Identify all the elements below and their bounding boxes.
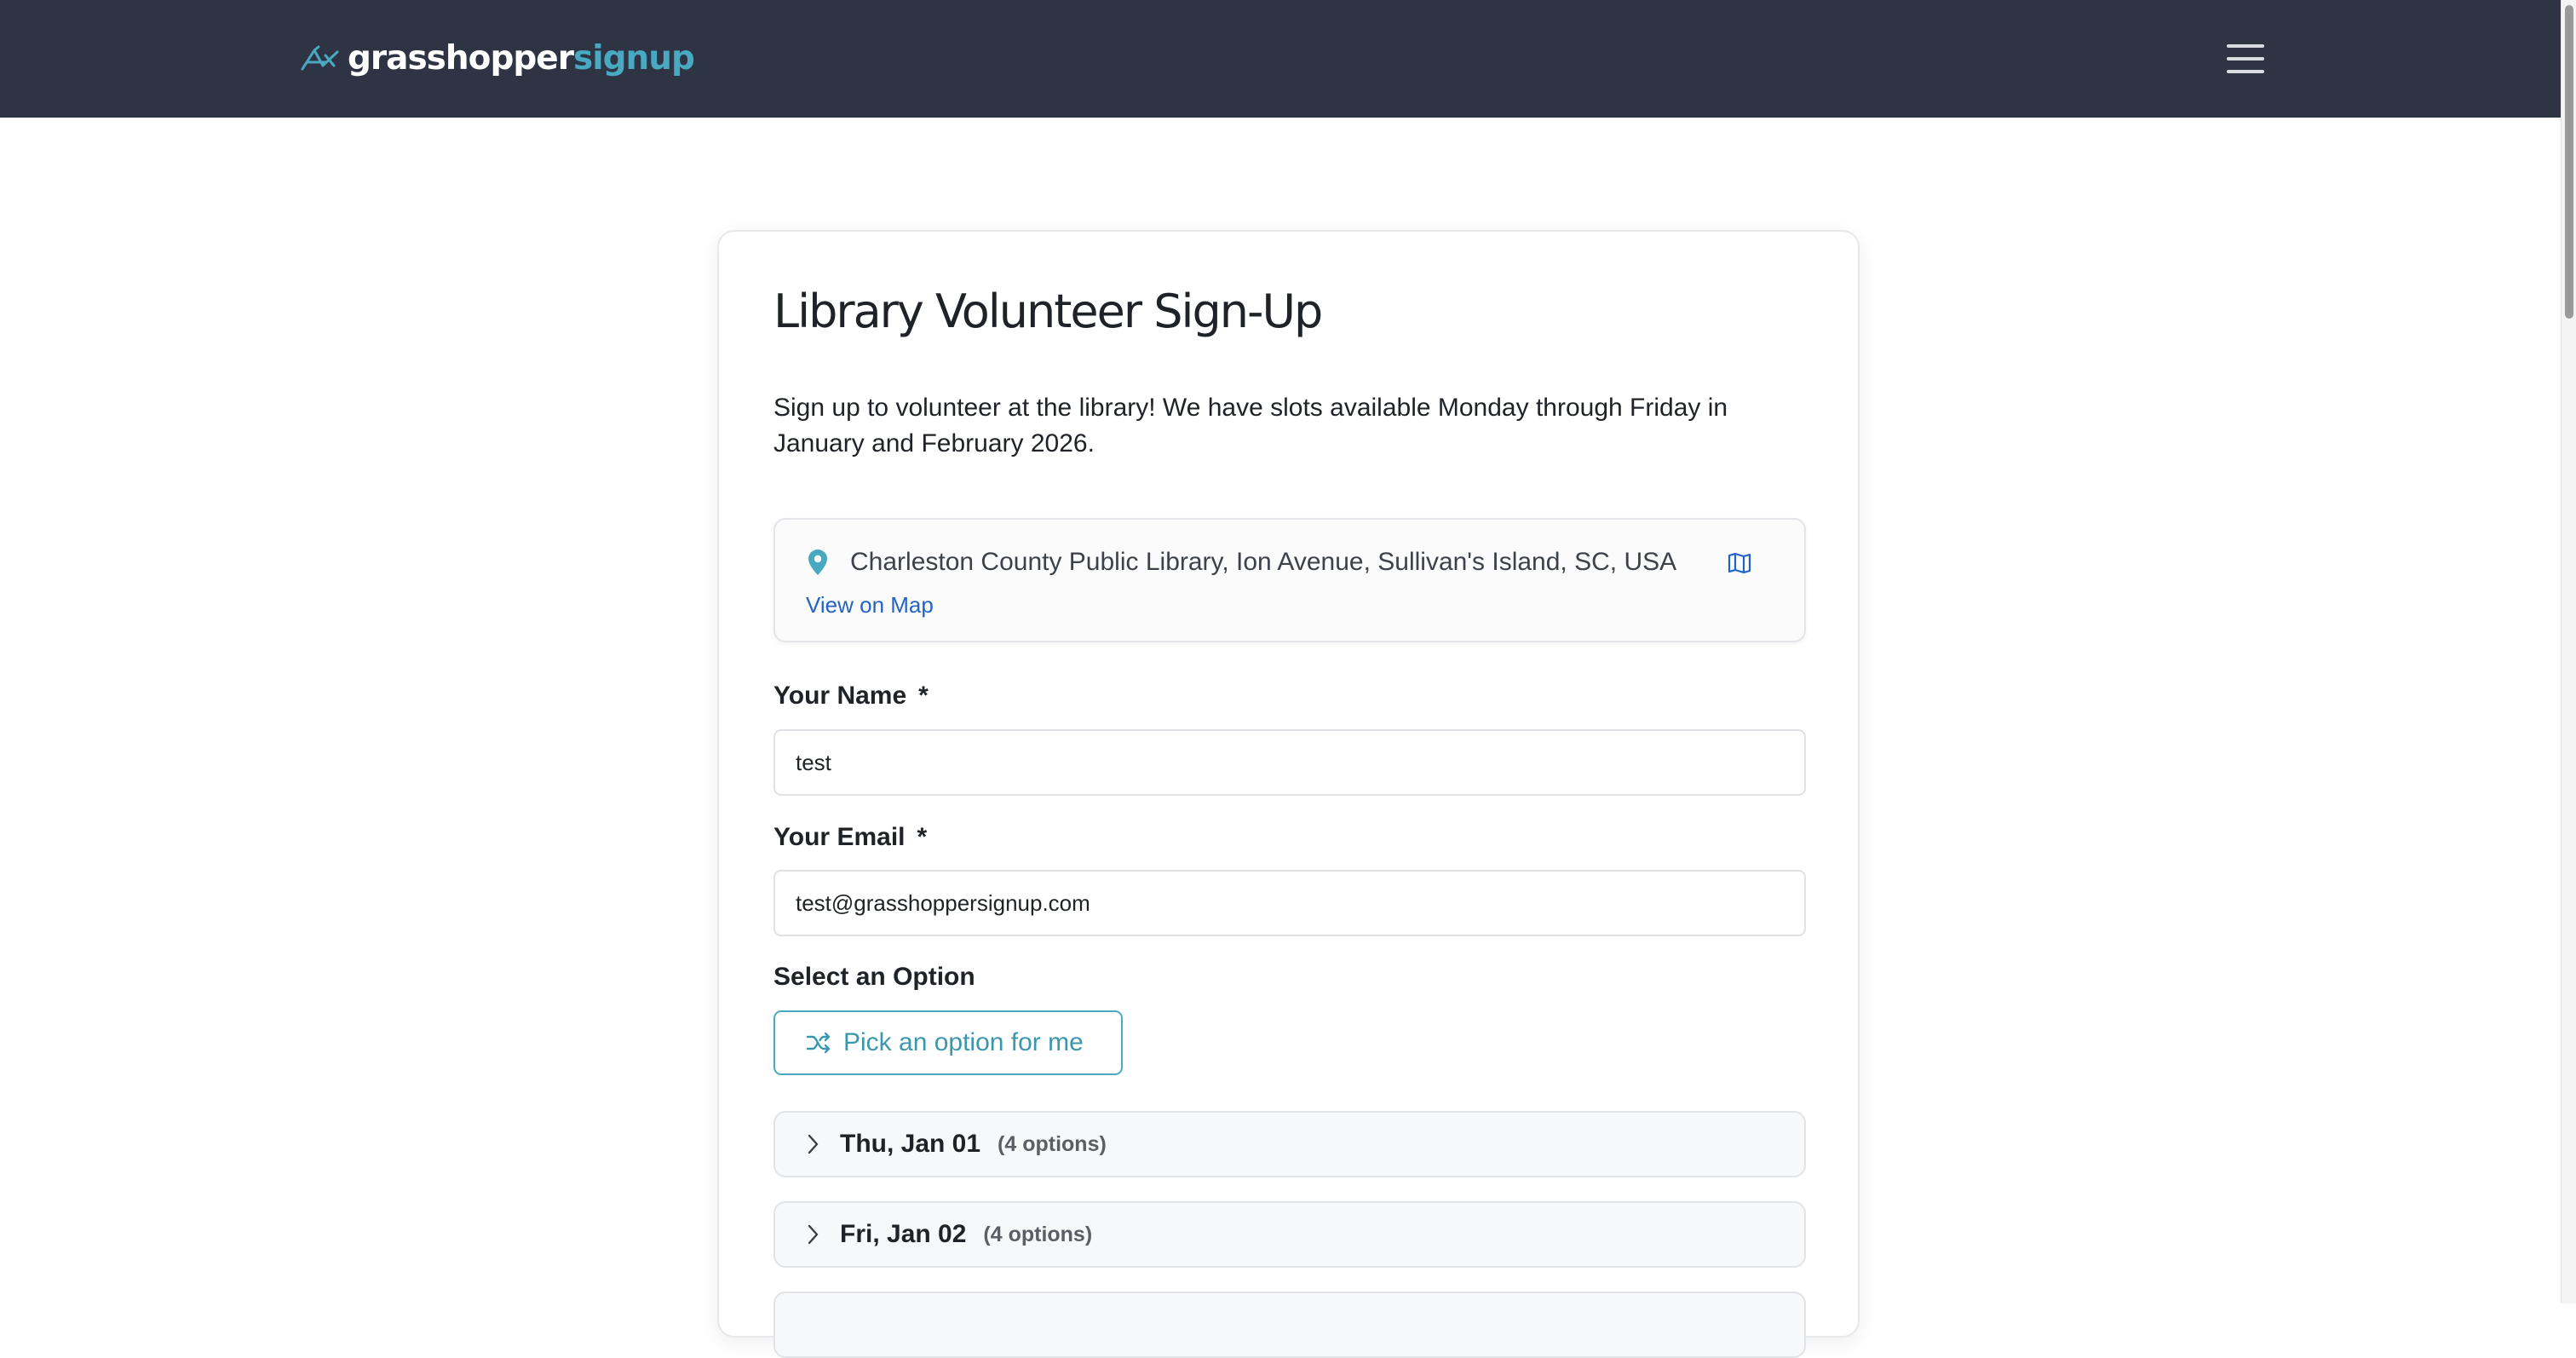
location-box: Charleston County Public Library, Ion Av… [773, 518, 1806, 642]
top-navbar: grasshoppersignup [0, 0, 2561, 118]
map-pin-icon [808, 549, 828, 576]
required-marker: * [918, 682, 929, 710]
date-label: Fri, Jan 02 [840, 1220, 967, 1248]
location-address: Charleston County Public Library, Ion Av… [850, 548, 1677, 576]
option-count: (4 options) [998, 1131, 1107, 1156]
pick-option-label: Pick an option for me [843, 1028, 1084, 1056]
scrollbar-thumb[interactable] [2565, 5, 2573, 319]
hamburger-menu-icon[interactable] [2225, 41, 2268, 77]
email-input[interactable] [773, 870, 1806, 936]
option-count: (4 options) [983, 1222, 1093, 1246]
name-field-label: Your Name * [773, 682, 929, 711]
date-label: Thu, Jan 01 [840, 1130, 981, 1158]
select-option-label: Select an Option [773, 963, 975, 991]
date-row-thu-jan-01[interactable]: Thu, Jan 01 (4 options) [773, 1111, 1806, 1177]
shuffle-icon [806, 1032, 831, 1054]
date-row-next[interactable] [773, 1292, 1806, 1358]
name-input[interactable] [773, 729, 1806, 796]
brand-name-part1: grasshopper [348, 38, 574, 78]
brand-logo-link[interactable]: grasshoppersignup [300, 36, 695, 80]
email-label-text: Your Email [773, 823, 906, 851]
chevron-right-icon [804, 1223, 821, 1246]
view-on-map-link[interactable]: View on Map [806, 588, 934, 622]
brand-name: grasshoppersignup [348, 38, 695, 78]
chevron-right-icon [804, 1133, 821, 1155]
required-marker: * [917, 823, 928, 851]
brand-name-part2: signup [572, 38, 695, 78]
grasshopper-logo-icon [300, 41, 342, 75]
page-scrollbar[interactable] [2561, 0, 2576, 1303]
pick-option-button[interactable]: Pick an option for me [773, 1010, 1123, 1075]
name-label-text: Your Name [773, 682, 907, 710]
signup-card: Library Volunteer Sign-Up Sign up to vol… [717, 230, 1860, 1358]
email-field-label: Your Email * [773, 823, 927, 852]
event-description: Sign up to volunteer at the library! We … [773, 394, 1728, 457]
page-title: Library Volunteer Sign-Up [773, 285, 1323, 338]
map-icon[interactable] [1728, 552, 1751, 574]
date-row-fri-jan-02[interactable]: Fri, Jan 02 (4 options) [773, 1201, 1806, 1268]
